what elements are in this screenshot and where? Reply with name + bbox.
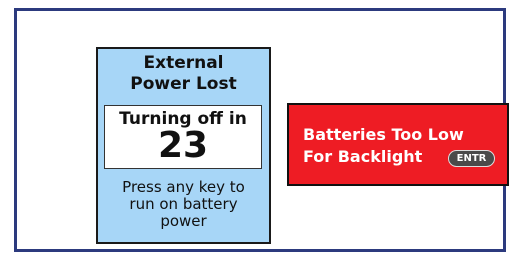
message-line2: run on battery <box>129 195 238 213</box>
screenshot-frame: External Power Lost Turning off in 23 Pr… <box>14 8 509 252</box>
alert-line1: Batteries Too Low <box>303 125 464 144</box>
entr-key-button[interactable]: ENTR <box>448 150 495 167</box>
dialog-title: External Power Lost <box>98 53 269 95</box>
countdown-value: 23 <box>157 125 209 166</box>
message-line1: Press any key to <box>122 178 245 196</box>
external-power-lost-dialog: External Power Lost Turning off in 23 Pr… <box>96 47 271 244</box>
batteries-too-low-alert: Batteries Too Low For Backlight ENTR <box>287 103 509 186</box>
countdown-box: Turning off in 23 <box>104 105 262 169</box>
press-any-key-message: Press any key to run on battery power <box>98 179 269 230</box>
alert-line2: For Backlight <box>303 147 423 166</box>
dialog-title-line1: External <box>143 53 224 73</box>
dialog-title-line2: Power Lost <box>130 74 237 94</box>
message-line3: power <box>160 212 207 230</box>
